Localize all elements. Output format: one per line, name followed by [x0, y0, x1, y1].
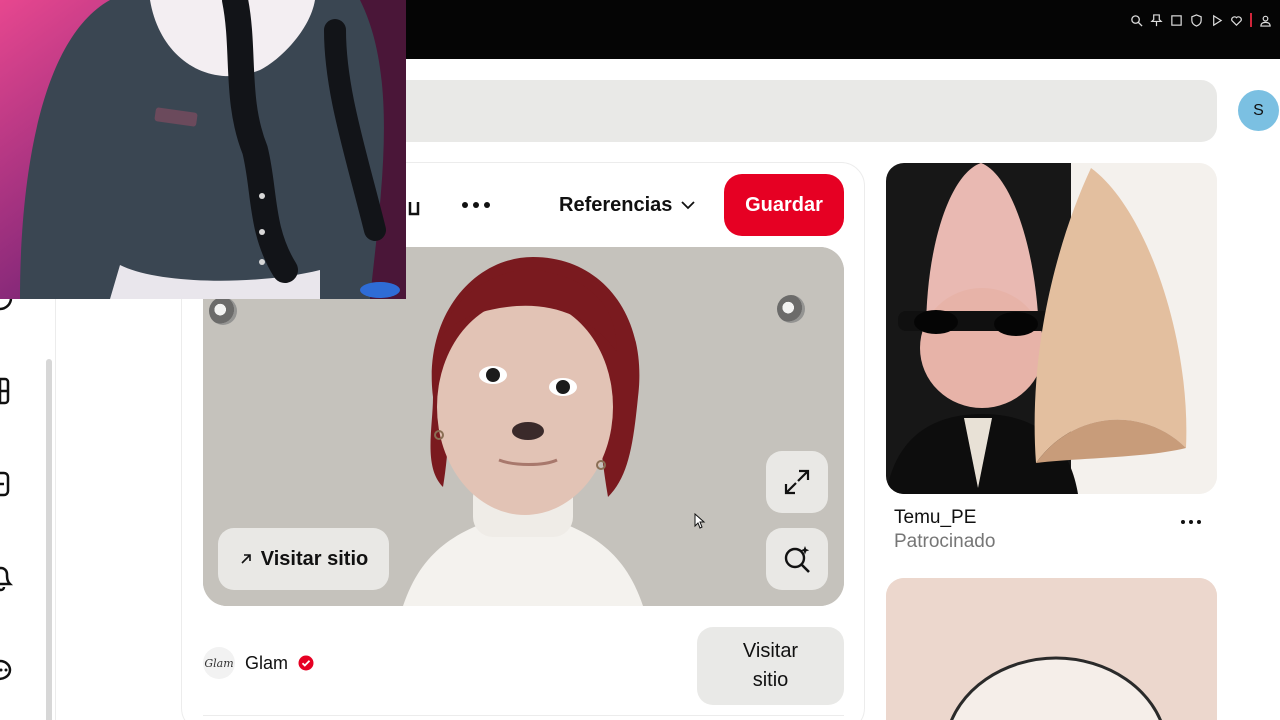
streamer-video — [0, 0, 406, 299]
pin-author[interactable]: Glam Glam — [203, 647, 314, 679]
sticker-icon — [777, 295, 805, 323]
mouse-cursor-icon — [694, 513, 706, 529]
references-label: Referencias — [559, 193, 673, 216]
sponsored-photo — [886, 163, 1217, 494]
dot-icon — [1197, 520, 1201, 524]
avatar[interactable]: S — [1238, 90, 1279, 131]
sponsored-label: Patrocinado — [894, 531, 996, 552]
references-dropdown[interactable]: Referencias — [559, 189, 696, 221]
notifications-icon[interactable] — [0, 562, 20, 592]
more-options-button[interactable] — [455, 190, 497, 220]
dot-icon — [1181, 520, 1185, 524]
author-name[interactable]: Glam — [245, 653, 288, 674]
save-button[interactable]: Guardar — [724, 174, 844, 236]
screen: S Referencias Guardar Visitar sitio Glam… — [0, 0, 1280, 720]
play-icon[interactable] — [1210, 14, 1223, 27]
profile-icon[interactable] — [1259, 14, 1272, 27]
share-icon[interactable] — [404, 192, 420, 218]
sticker-icon — [209, 297, 237, 325]
screenshot-icon[interactable] — [1170, 14, 1183, 27]
advertiser-name[interactable]: Temu_PE — [894, 507, 976, 529]
dot-icon — [473, 202, 479, 208]
visit-button-line2: sitio — [752, 669, 789, 691]
zoom-icon[interactable] — [1130, 14, 1143, 27]
dot-icon — [462, 202, 468, 208]
expand-icon — [784, 469, 810, 495]
visit-site-overlay-button[interactable]: Visitar sitio — [218, 528, 389, 590]
webcam-overlay — [0, 0, 406, 299]
pin-image[interactable]: Visitar sitio — [203, 247, 844, 606]
arrow-up-right-icon — [241, 554, 251, 564]
next-pin-photo — [886, 578, 1217, 720]
visual-search-icon — [784, 546, 810, 573]
sidebar-scrollbar[interactable] — [46, 359, 52, 720]
search-bar[interactable] — [405, 80, 1217, 142]
pin-icon[interactable] — [1150, 13, 1163, 27]
verified-badge-icon — [298, 655, 314, 671]
expand-button[interactable] — [766, 451, 828, 513]
visual-search-button[interactable] — [766, 528, 828, 590]
chevron-down-icon — [681, 201, 696, 210]
divider — [203, 715, 844, 716]
shield-icon[interactable] — [1190, 13, 1203, 27]
sponsored-pin-image[interactable] — [886, 163, 1217, 494]
ad-more-options-button[interactable] — [1177, 512, 1205, 532]
dashboard-icon[interactable] — [0, 376, 20, 406]
extension-icons — [1130, 13, 1272, 27]
toolbar-separator — [1250, 13, 1252, 27]
visit-site-label: Visitar sitio — [260, 547, 369, 570]
heart-icon[interactable] — [1230, 14, 1243, 27]
next-pin-image[interactable] — [886, 578, 1217, 720]
visit-button-line1: Visitar — [742, 640, 799, 662]
visit-site-button[interactable]: Visitar sitio — [697, 627, 844, 705]
create-icon[interactable] — [0, 469, 20, 499]
chat-icon[interactable] — [0, 655, 20, 685]
dot-icon — [1189, 520, 1193, 524]
author-logo: Glam — [203, 647, 235, 679]
dot-icon — [484, 202, 490, 208]
